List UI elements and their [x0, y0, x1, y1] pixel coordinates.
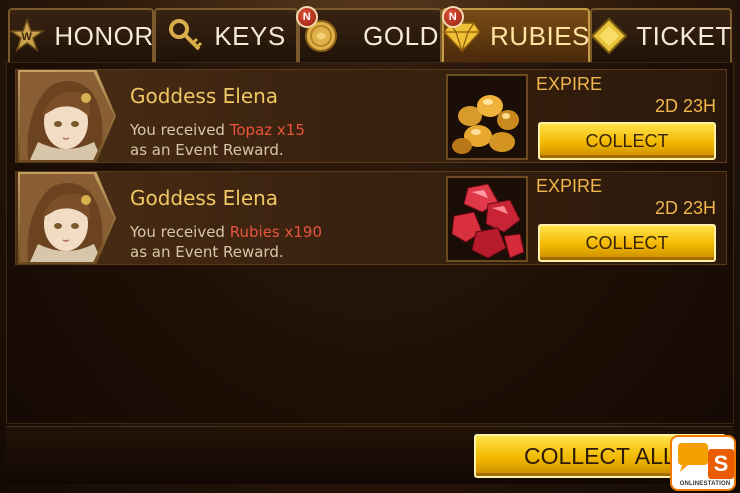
reward-item-name: Rubies x190: [229, 223, 323, 241]
tab-rubies[interactable]: N RUBIES: [442, 6, 590, 62]
tab-keys-label: KEYS: [214, 20, 286, 51]
mail-item: Goddess Elena You received Topaz x15 as …: [15, 69, 727, 163]
tab-gold-label: GOLD: [363, 20, 439, 51]
expire-time: 2D 23H: [654, 96, 716, 116]
tab-honor[interactable]: W HONOR: [8, 8, 154, 62]
star-wreath-icon: W: [8, 16, 46, 56]
expire-label: EXPIRE: [536, 74, 603, 94]
collect-button[interactable]: COLLECT: [538, 122, 716, 160]
tab-rubies-label: RUBIES: [490, 20, 590, 51]
tab-bar: W HONOR KEYS N GOLD N RUBIES TICKET: [0, 0, 740, 62]
tab-keys[interactable]: KEYS: [154, 8, 298, 62]
reward-item-box: [446, 176, 528, 262]
watermark-logo: S ONLINESTATION: [670, 435, 736, 491]
tab-gold[interactable]: N GOLD: [296, 6, 442, 62]
tab-honor-label: HONOR: [54, 20, 154, 51]
mail-message: You received Topaz x15 as an Event Rewar…: [130, 120, 305, 160]
reward-item-box: [446, 74, 528, 160]
sender-name: Goddess Elena: [130, 84, 279, 108]
watermark-text: ONLINESTATION: [679, 481, 731, 487]
topaz-pile-icon: [448, 76, 526, 158]
mail-message: You received Rubies x190 as an Event Rew…: [130, 222, 322, 262]
sender-name: Goddess Elena: [130, 186, 279, 210]
message-suffix: as an Event Reward.: [130, 141, 284, 159]
rubies-pile-icon: [448, 178, 526, 260]
watermark-letter: S: [708, 449, 734, 479]
message-prefix: You received: [130, 223, 225, 241]
expire-label: EXPIRE: [536, 176, 603, 196]
expire-time: 2D 23H: [654, 198, 716, 218]
mail-list: Goddess Elena You received Topaz x15 as …: [6, 62, 734, 424]
key-icon: [166, 16, 206, 56]
tab-ticket-label: TICKET: [636, 20, 732, 51]
tab-ticket[interactable]: TICKET: [590, 8, 732, 62]
mail-item: Goddess Elena You received Rubies x190 a…: [15, 171, 727, 265]
collect-button[interactable]: COLLECT: [538, 224, 716, 262]
message-prefix: You received: [130, 121, 225, 139]
ticket-diamond-icon: [590, 16, 628, 56]
new-badge: N: [296, 6, 318, 28]
svg-text:W: W: [22, 31, 33, 43]
reward-item-name: Topaz x15: [229, 121, 305, 139]
new-badge: N: [442, 6, 464, 28]
message-suffix: as an Event Reward.: [130, 243, 284, 261]
